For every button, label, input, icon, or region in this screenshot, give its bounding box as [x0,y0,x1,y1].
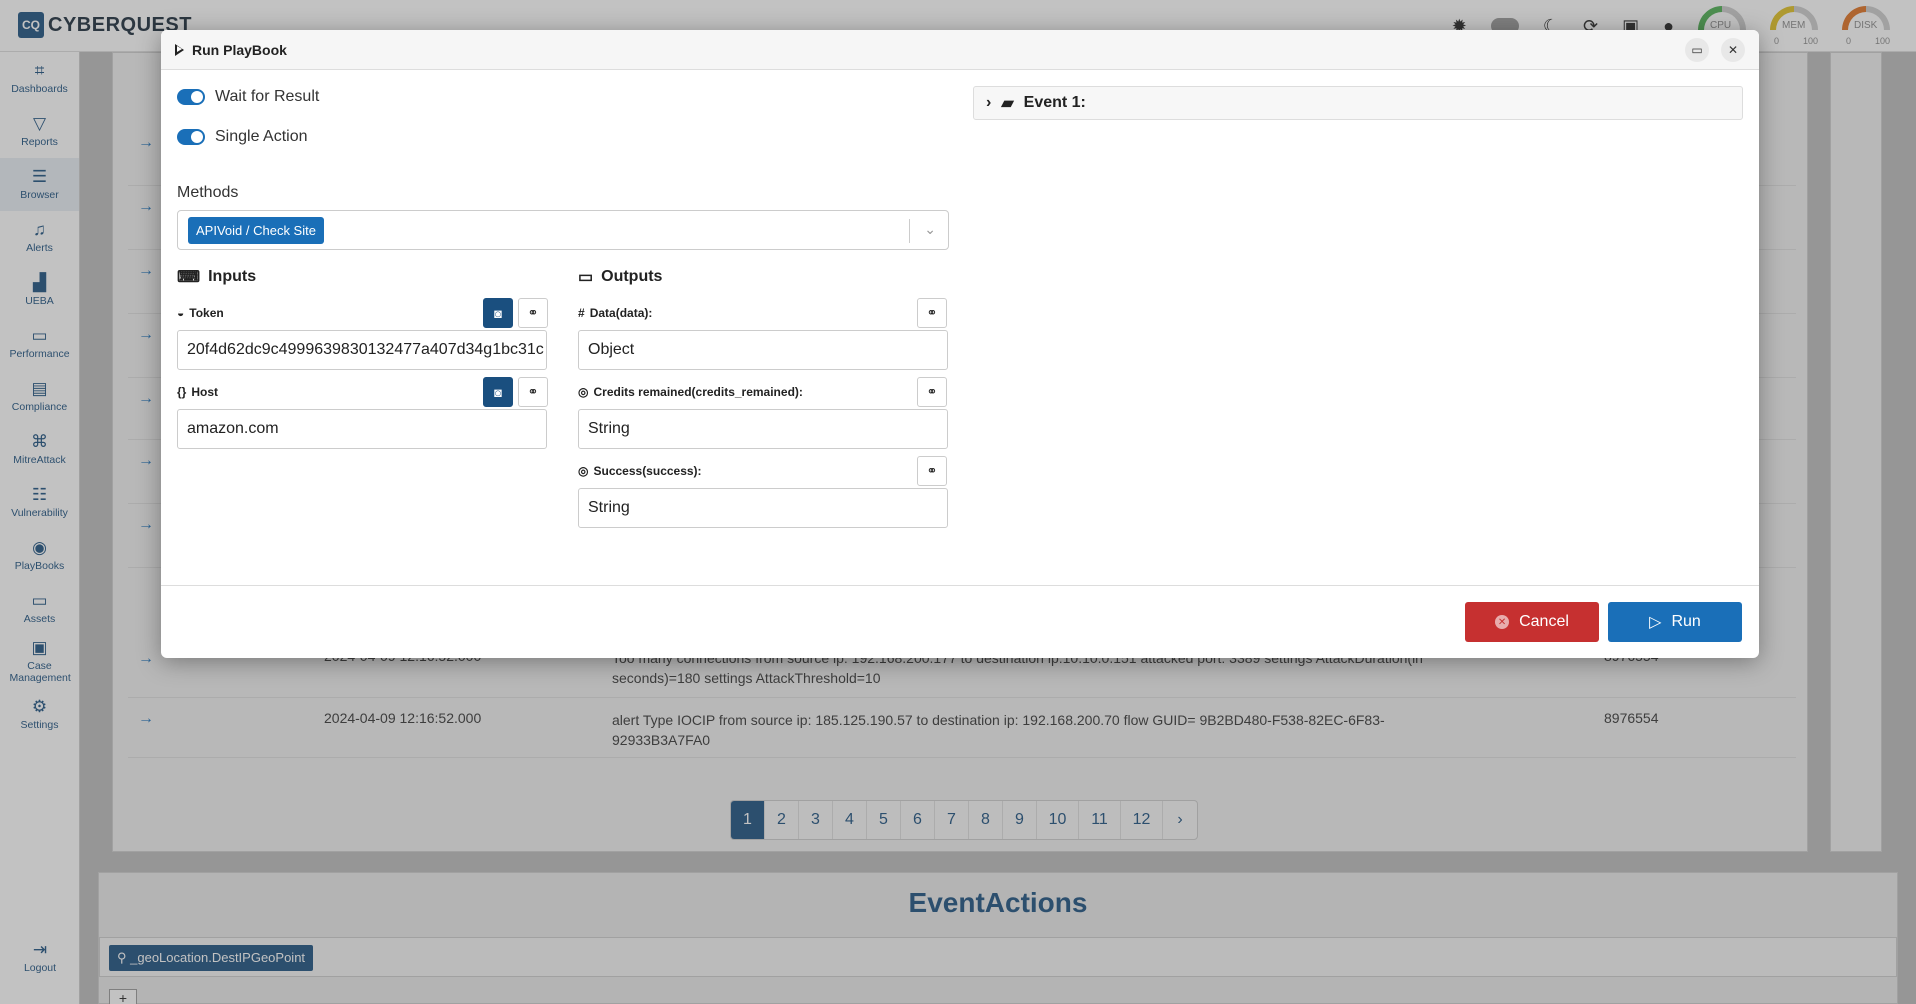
check-circle-icon: ◎ [578,385,589,399]
maximize-icon: ▭ [1691,43,1703,57]
modal-header: Run PlayBook ▭ ✕ [161,30,1759,70]
link-icon: ⚭ [527,384,539,399]
cancel-button[interactable]: ✕ Cancel [1465,602,1599,642]
close-icon: ✕ [1727,43,1739,57]
data-output-link-button[interactable]: ⚭ [917,298,947,328]
host-link-button[interactable]: ⚭ [518,377,548,407]
hash-icon: # [578,306,585,320]
host-camera-button[interactable]: ◙ [483,377,513,407]
chevron-down-icon[interactable]: ⌄ [924,221,936,238]
credits-output-link-button[interactable]: ⚭ [917,377,947,407]
camera-icon: ◙ [494,384,502,400]
wait-for-result-toggle[interactable] [177,89,205,105]
outputs-section-title: ▭ Outputs [578,268,663,286]
single-action-toggle-row: Single Action [177,128,308,146]
run-playbook-modal: Run PlayBook ▭ ✕ Wait for Result Single … [161,30,1759,658]
event-label: Event 1: [1023,94,1086,111]
play-icon: ▷ [1649,614,1662,631]
method-tag[interactable]: APIVoid / Check Site [188,217,324,244]
token-link-button[interactable]: ⚭ [518,298,548,328]
credits-output-label: ◎ Credits remained(credits_remained): [578,385,803,399]
braces-icon: {} [177,385,187,399]
data-output-label: # Data(data): [578,306,653,320]
credits-output-input[interactable]: String [578,409,948,449]
single-action-toggle[interactable] [177,129,205,145]
chevron-right-icon: › [986,94,992,111]
success-output-link-button[interactable]: ⚭ [917,456,947,486]
modal-footer: ✕ Cancel ▷ Run [161,585,1759,658]
link-icon: ⚭ [527,305,539,320]
event-accordion[interactable]: › ▰ Event 1: [973,86,1743,120]
success-output-input[interactable]: String [578,488,948,528]
wait-for-result-toggle-row: Wait for Result [177,88,319,106]
run-button[interactable]: ▷ Run [1608,602,1742,642]
data-output-input[interactable]: Object [578,330,948,370]
host-input[interactable]: amazon.com [177,409,547,449]
camera-icon: ◙ [494,305,502,321]
wait-for-result-label: Wait for Result [215,88,320,105]
host-label: {} Host [177,385,219,399]
inputs-section-title: ⌨ Inputs [177,268,257,286]
select-separator [909,219,910,243]
maximize-button[interactable]: ▭ [1685,38,1709,62]
token-camera-button[interactable]: ◙ [483,298,513,328]
methods-label: Methods [177,184,239,201]
token-label: ◒ Token [177,306,224,320]
play-icon [175,43,184,56]
single-action-label: Single Action [215,128,308,145]
link-icon: ⚭ [926,463,938,478]
modal-title: Run PlayBook [192,41,287,58]
link-icon: ⚭ [926,305,938,320]
token-icon: ◒ [177,306,185,320]
cancel-icon: ✕ [1495,615,1510,629]
methods-select[interactable]: APIVoid / Check Site ⌄ [177,210,949,250]
check-circle-icon: ◎ [578,464,589,478]
link-icon: ⚭ [926,384,938,399]
keyboard-icon: ⌨ [177,269,201,286]
close-button[interactable]: ✕ [1721,38,1745,62]
folder-icon: ▰ [1001,95,1014,112]
success-output-label: ◎ Success(success): [578,464,702,478]
token-input[interactable]: 20f4d62dc9c4999639830132477a407d34g1bc31… [177,330,547,370]
monitor-icon: ▭ [578,269,594,286]
